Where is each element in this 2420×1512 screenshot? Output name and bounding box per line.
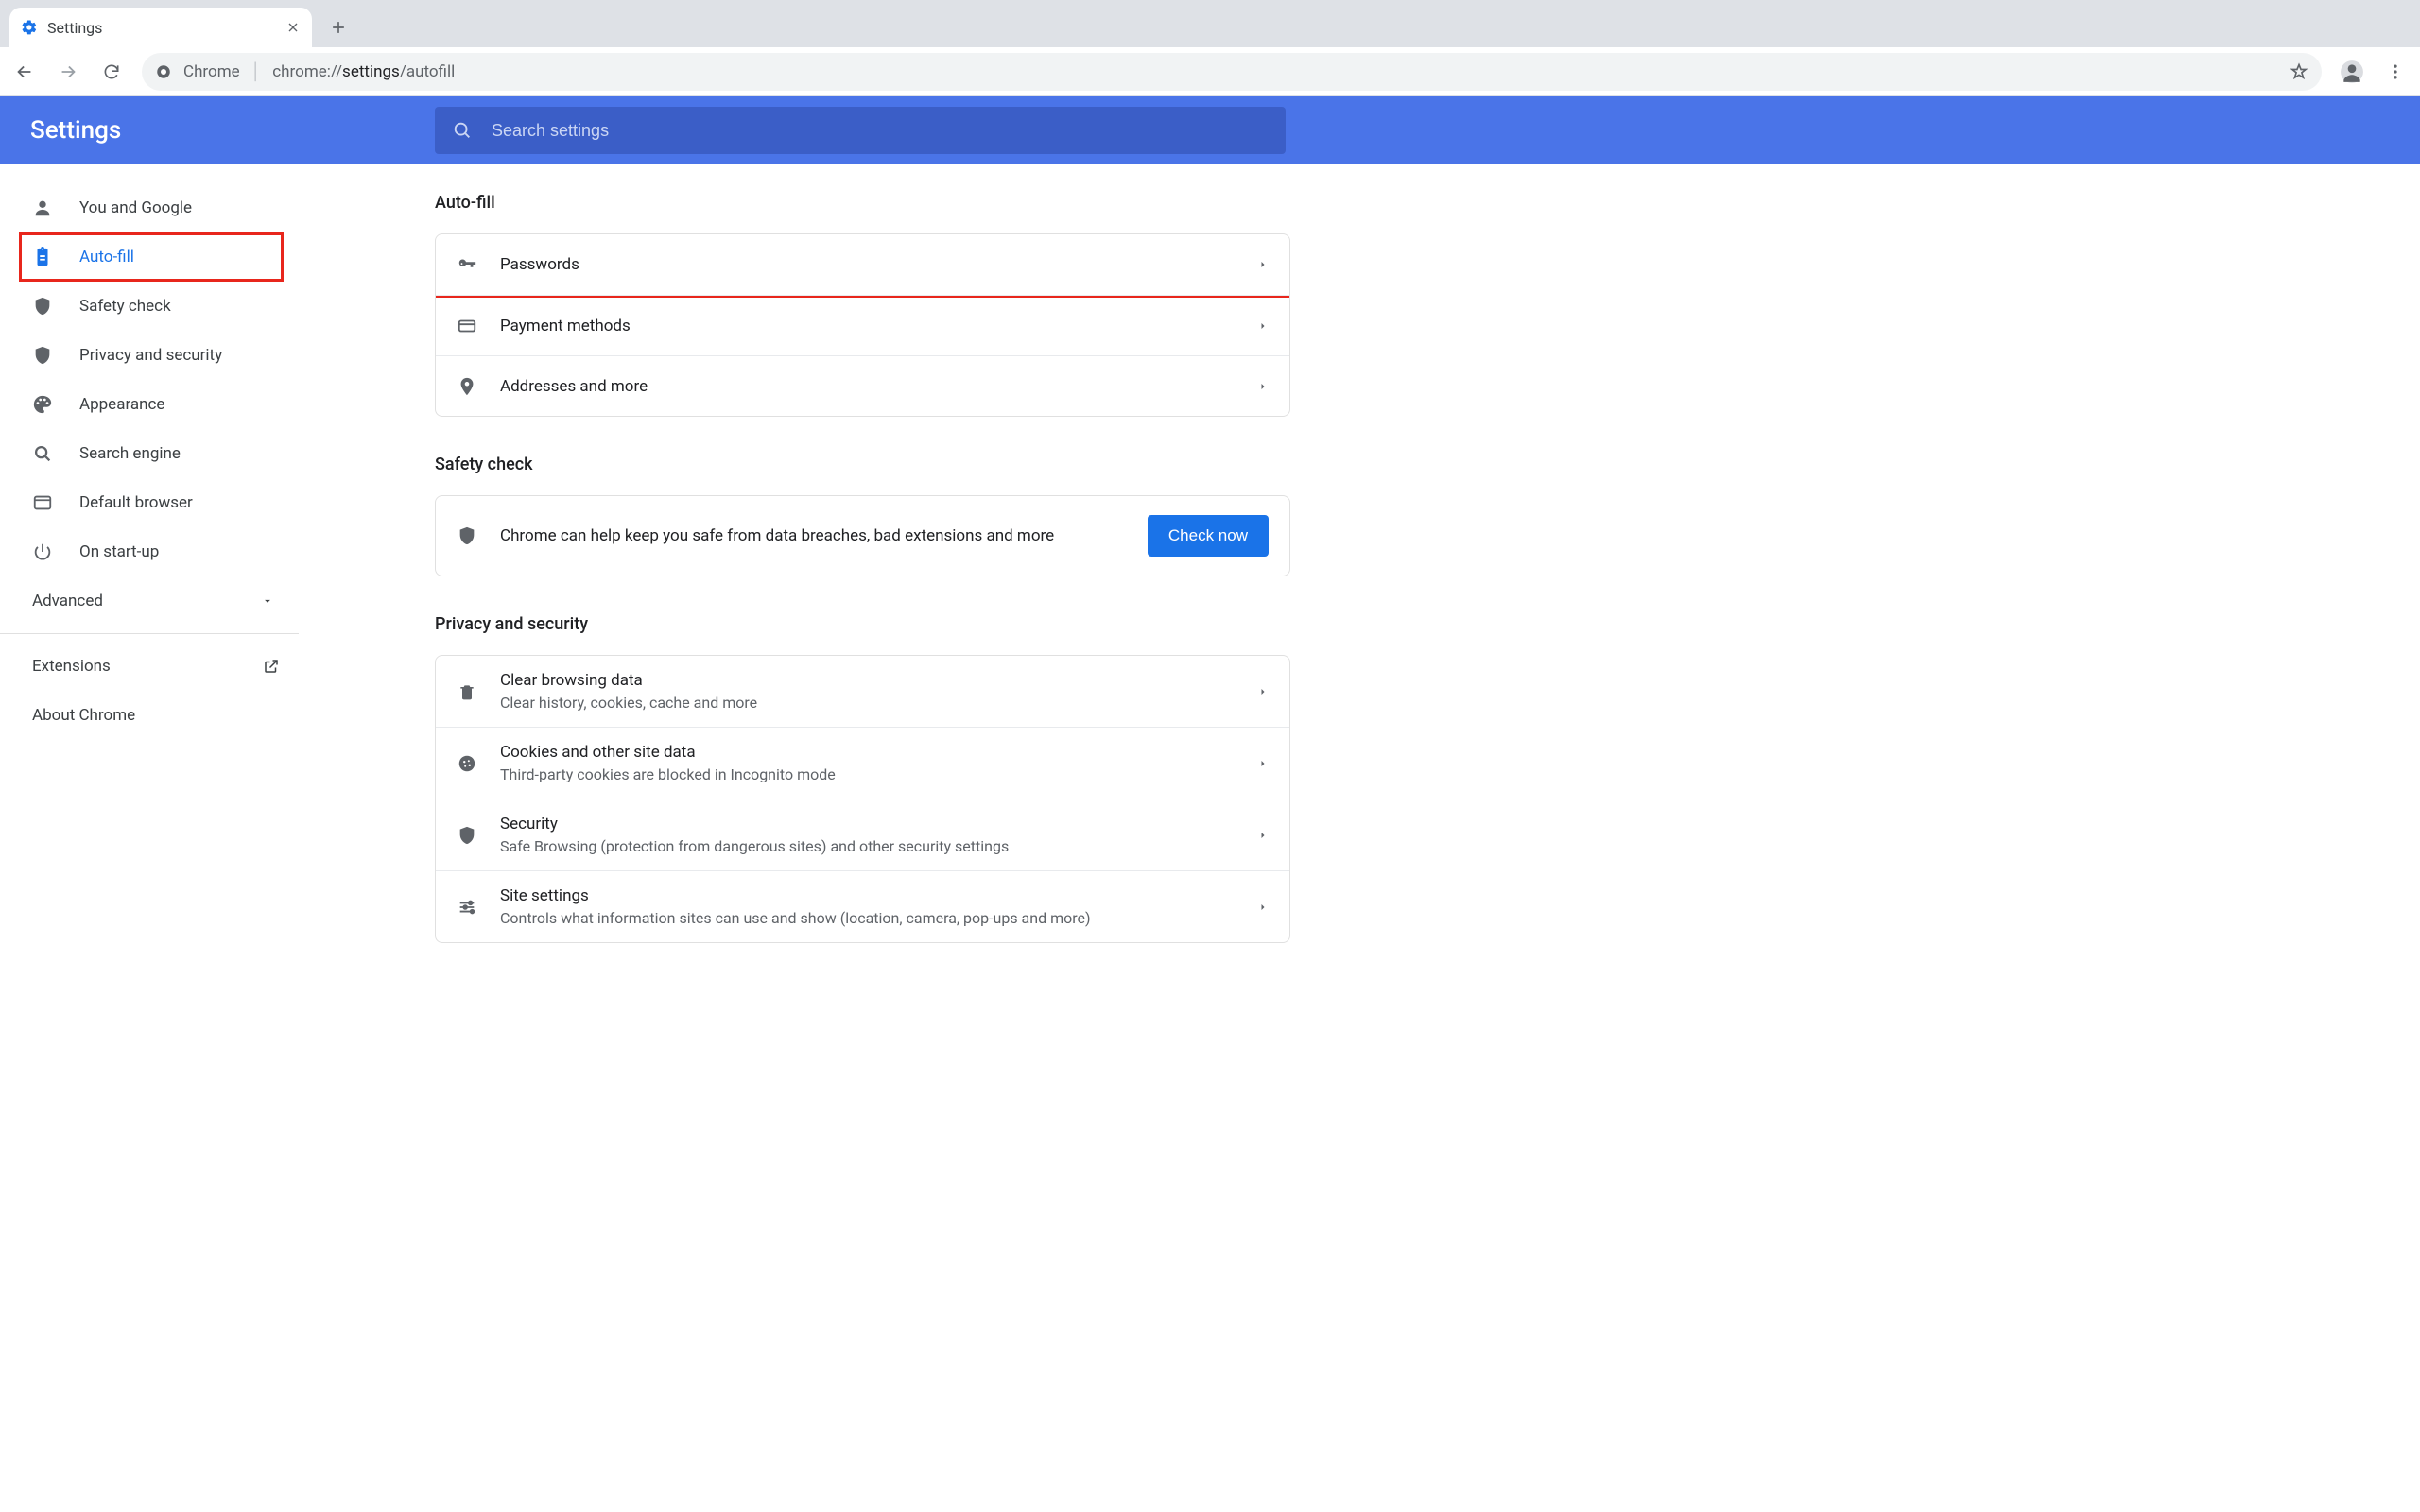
sidebar-item-about[interactable]: About Chrome <box>0 691 312 740</box>
chrome-product-icon <box>155 63 172 80</box>
row-clear-browsing-data[interactable]: Clear browsing data Clear history, cooki… <box>436 656 1289 727</box>
section-title: Privacy and security <box>435 614 1290 634</box>
sidebar-item-you-and-google[interactable]: You and Google <box>0 183 312 232</box>
privacy-card: Clear browsing data Clear history, cooki… <box>435 655 1290 943</box>
browser-chrome: Settings Chrome │ chrome://settings/auto… <box>0 0 2420 96</box>
sidebar-item-appearance[interactable]: Appearance <box>0 380 312 429</box>
tab-settings[interactable]: Settings <box>9 8 312 47</box>
power-icon <box>32 541 53 562</box>
sidebar-item-default-browser[interactable]: Default browser <box>0 478 312 527</box>
sidebar-item-label: On start-up <box>79 542 159 561</box>
sidebar-item-autofill[interactable]: Auto-fill <box>0 232 312 282</box>
pin-icon <box>457 376 477 397</box>
sidebar: You and Google Auto-fill Safety check <box>0 164 312 1512</box>
section-title: Safety check <box>435 455 1290 474</box>
browser-icon <box>32 492 53 513</box>
chevron-right-icon <box>1257 259 1269 270</box>
check-now-button[interactable]: Check now <box>1148 515 1269 557</box>
chevron-right-icon <box>1257 758 1269 769</box>
toolbar: Chrome │ chrome://settings/autofill <box>0 47 2420 96</box>
sidebar-item-label: Appearance <box>79 395 164 414</box>
shield-icon <box>457 825 477 846</box>
sliders-icon <box>457 897 477 918</box>
search-input[interactable] <box>492 121 1269 141</box>
row-cookies[interactable]: Cookies and other site data Third-party … <box>436 727 1289 799</box>
chevron-right-icon <box>1257 381 1269 392</box>
tab-strip: Settings <box>0 0 2420 47</box>
trash-icon <box>457 682 477 701</box>
sidebar-item-label: Auto-fill <box>79 248 134 266</box>
chevron-right-icon <box>1257 320 1269 332</box>
card-icon <box>457 316 477 336</box>
main-content: Auto-fill Passwords <box>312 164 2420 1512</box>
sidebar-item-safety-check[interactable]: Safety check <box>0 282 312 331</box>
section-title: Auto-fill <box>435 193 1290 213</box>
cookie-icon <box>457 753 477 774</box>
shield-check-icon <box>32 296 53 317</box>
chevron-right-icon <box>1257 686 1269 697</box>
row-addresses[interactable]: Addresses and more <box>436 355 1289 416</box>
section-safety-check: Safety check Chrome can help keep you sa… <box>435 455 1290 576</box>
url-text: chrome://settings/autofill <box>272 62 455 81</box>
annotation-highlight <box>19 232 284 282</box>
sidebar-item-label: Search engine <box>79 444 181 463</box>
divider <box>0 633 299 634</box>
shield-check-icon <box>457 525 477 546</box>
search-icon <box>32 443 53 464</box>
search-settings[interactable] <box>435 107 1286 154</box>
safety-check-text: Chrome can help keep you safe from data … <box>500 526 1054 545</box>
external-link-icon <box>263 658 280 675</box>
chevron-down-icon <box>261 594 274 608</box>
page-title: Settings <box>30 116 435 145</box>
sidebar-item-label: Safety check <box>79 297 171 316</box>
clipboard-icon <box>32 247 53 267</box>
shield-icon <box>32 345 53 366</box>
sidebar-item-search-engine[interactable]: Search engine <box>0 429 312 478</box>
row-security[interactable]: Security Safe Browsing (protection from … <box>436 799 1289 870</box>
palette-icon <box>32 394 53 415</box>
settings-app: Settings You and Google Auto-fill <box>0 96 2420 1512</box>
url-host: Chrome <box>183 62 240 81</box>
sidebar-item-privacy[interactable]: Privacy and security <box>0 331 312 380</box>
key-icon <box>457 254 477 275</box>
sidebar-item-label: Privacy and security <box>79 346 222 365</box>
profile-avatar[interactable] <box>2333 53 2371 91</box>
new-tab-button[interactable] <box>321 10 355 44</box>
close-icon[interactable] <box>285 20 301 35</box>
gear-icon <box>21 19 38 36</box>
autofill-card: Passwords Payment methods <box>435 233 1290 417</box>
chevron-right-icon <box>1257 830 1269 841</box>
address-bar[interactable]: Chrome │ chrome://settings/autofill <box>142 53 2322 91</box>
section-privacy: Privacy and security Clear browsing data… <box>435 614 1290 943</box>
row-passwords[interactable]: Passwords <box>436 234 1289 295</box>
sidebar-advanced-toggle[interactable]: Advanced <box>0 576 312 626</box>
bookmark-star-icon[interactable] <box>2290 62 2308 81</box>
overflow-menu[interactable] <box>2377 53 2414 91</box>
section-autofill: Auto-fill Passwords <box>435 193 1290 417</box>
reload-button[interactable] <box>93 53 130 91</box>
sidebar-item-label: You and Google <box>79 198 192 217</box>
search-icon <box>452 120 473 141</box>
chevron-right-icon <box>1257 902 1269 913</box>
row-site-settings[interactable]: Site settings Controls what information … <box>436 870 1289 942</box>
tab-title: Settings <box>47 19 102 37</box>
person-icon <box>32 198 53 218</box>
safety-card: Chrome can help keep you safe from data … <box>435 495 1290 576</box>
sidebar-item-extensions[interactable]: Extensions <box>0 642 312 691</box>
forward-button[interactable] <box>49 53 87 91</box>
sidebar-item-label: Default browser <box>79 493 193 512</box>
row-payment-methods[interactable]: Payment methods <box>436 295 1289 355</box>
back-button[interactable] <box>6 53 43 91</box>
settings-header: Settings <box>0 96 2420 164</box>
sidebar-item-startup[interactable]: On start-up <box>0 527 312 576</box>
